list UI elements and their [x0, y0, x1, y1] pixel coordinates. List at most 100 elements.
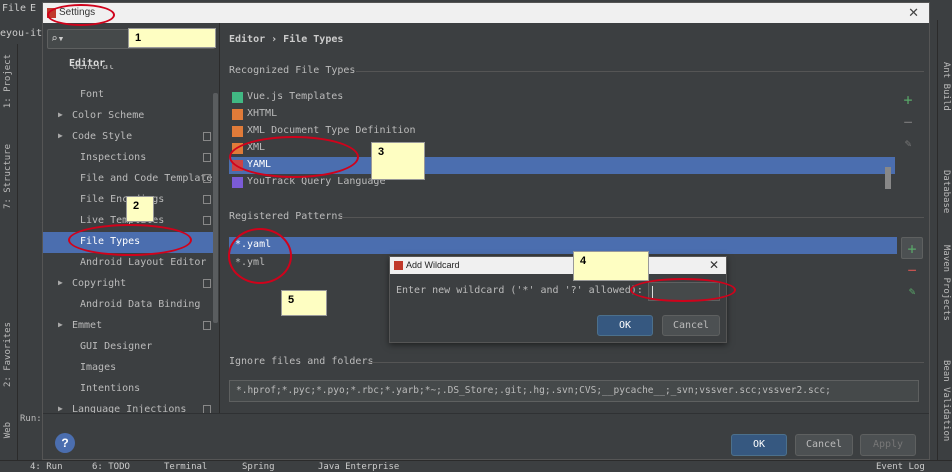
tool-tab-favorites[interactable]: 2: Favorites	[3, 322, 13, 387]
menu-file[interactable]: File	[2, 3, 26, 14]
sidebar-item-code-style[interactable]: ▶ Code Style	[43, 127, 213, 148]
vue-icon	[232, 92, 243, 103]
sidebar-item-images[interactable]: Images	[43, 358, 213, 379]
tool-tab-maven[interactable]: Maven Projects	[941, 245, 951, 321]
section-divider	[367, 362, 924, 363]
tool-tab-terminal[interactable]: Terminal	[164, 462, 207, 472]
tool-tab-web[interactable]: Web	[3, 422, 13, 438]
menu-edit[interactable]: E	[30, 3, 36, 14]
bottom-tool-bar: 4: Run 6: TODO Terminal Spring Java Ente…	[0, 460, 952, 472]
tool-tab-event-log[interactable]: Event Log	[876, 462, 925, 472]
xhtml-icon	[232, 109, 243, 120]
file-type-row[interactable]: YouTrack Query Language	[229, 174, 895, 191]
sidebar-item-label: Android Data Binding	[80, 299, 201, 310]
edit-file-type-button[interactable]: ✎	[897, 133, 919, 155]
annotation-circle-title	[47, 4, 115, 26]
project-scope-icon	[203, 279, 211, 288]
annotation-circle-wildcard-input	[630, 278, 736, 302]
add-wildcard-titlebar[interactable]: Add Wildcard ✕	[390, 257, 726, 274]
tool-tab-database[interactable]: Database	[941, 170, 951, 213]
sidebar-item-emmet[interactable]: ▶ Emmet	[43, 316, 213, 337]
ignore-files-value: *.hprof;*.pyc;*.pyo;*.rbc;*.yarb;*~;.DS_…	[236, 385, 831, 396]
tool-tab-ant-build[interactable]: Ant Build	[941, 62, 951, 111]
ignore-files-input[interactable]: *.hprof;*.pyc;*.pyo;*.rbc;*.yarb;*~;.DS_…	[229, 380, 919, 402]
expand-arrow-icon[interactable]: ▶	[58, 131, 63, 140]
sidebar-item-color-scheme[interactable]: ▶ Color Scheme	[43, 106, 213, 127]
dtd-icon	[232, 126, 243, 137]
youtrack-icon	[232, 177, 243, 188]
sidebar-item-label: Android Layout Editor	[80, 257, 207, 268]
annotation-note-1: 1	[128, 28, 216, 48]
tool-tab-todo[interactable]: 6: TODO	[92, 462, 130, 472]
recognized-file-types-label: Recognized File Types	[229, 65, 356, 76]
file-type-row[interactable]: XML Document Type Definition	[229, 123, 895, 140]
tool-tab-java-enterprise[interactable]: Java Enterprise	[318, 462, 399, 472]
sidebar-item-android-data-binding[interactable]: Android Data Binding	[43, 295, 213, 316]
dialog-footer: ? OK Cancel Apply	[43, 413, 929, 459]
sidebar-item-android-layout-editor[interactable]: Android Layout Editor	[43, 253, 213, 274]
annotation-circle-file-types	[68, 224, 192, 256]
tool-tab-run[interactable]: 4: Run	[30, 462, 63, 472]
tool-tab-structure[interactable]: 7: Structure	[3, 144, 13, 209]
project-scope-icon	[203, 174, 211, 183]
cancel-button[interactable]: Cancel	[795, 434, 853, 456]
file-type-row[interactable]: XHTML	[229, 106, 895, 123]
project-scope-icon	[203, 153, 211, 162]
wildcard-ok-button[interactable]: OK	[597, 315, 653, 336]
ignore-files-label: Ignore files and folders	[229, 356, 374, 367]
search-icon: ⌕▾	[51, 32, 65, 45]
project-scope-icon	[203, 132, 211, 141]
expand-arrow-icon[interactable]: ▶	[58, 404, 63, 413]
sidebar-scrollbar[interactable]	[213, 93, 218, 323]
add-pattern-button[interactable]: +	[901, 237, 923, 259]
sidebar-item-file-and-code-templates[interactable]: File and Code Templates	[43, 169, 213, 190]
apply-button[interactable]: Apply	[860, 434, 916, 456]
project-scope-icon	[203, 321, 211, 330]
annotation-circle-yaml	[229, 136, 359, 178]
wildcard-cancel-button[interactable]: Cancel	[662, 315, 720, 336]
settings-titlebar[interactable]: Settings ✕	[43, 3, 929, 23]
sidebar-item-label: File and Code Templates	[80, 173, 213, 184]
remove-pattern-button[interactable]: −	[901, 259, 923, 281]
file-types-scrollbar[interactable]	[885, 167, 891, 189]
expand-arrow-icon[interactable]: ▶	[58, 110, 63, 119]
sidebar-item-general[interactable]: General	[43, 65, 213, 77]
file-type-row[interactable]: Vue.js Templates	[229, 89, 895, 106]
help-button[interactable]: ?	[55, 433, 75, 453]
pattern-row[interactable]: *.yaml	[229, 237, 897, 254]
tool-tab-project[interactable]: 1: Project	[3, 54, 13, 108]
close-icon[interactable]: ✕	[908, 5, 919, 21]
sidebar-item-label: General	[72, 65, 115, 72]
sidebar-item-copyright[interactable]: ▶ Copyright	[43, 274, 213, 295]
app-icon	[394, 261, 403, 270]
sidebar-item-gui-designer[interactable]: GUI Designer	[43, 337, 213, 358]
edit-pattern-button[interactable]: ✎	[901, 281, 923, 303]
file-type-label: XHTML	[247, 108, 278, 119]
sidebar-item-label: Emmet	[72, 320, 103, 331]
expand-arrow-icon[interactable]: ▶	[58, 278, 63, 287]
add-wildcard-title: Add Wildcard	[406, 260, 460, 270]
sidebar-item-font[interactable]: Font	[43, 85, 213, 106]
breadcrumb: Editor › File Types	[229, 34, 344, 45]
sidebar-item-intentions[interactable]: Intentions	[43, 379, 213, 400]
expand-arrow-icon[interactable]: ▶	[58, 320, 63, 329]
tool-tab-spring[interactable]: Spring	[242, 462, 275, 472]
annotation-circle-patterns	[228, 228, 292, 284]
sidebar-item-label: Images	[80, 362, 117, 373]
sidebar-item-label: Copyright	[72, 278, 127, 289]
right-tool-strip: Ant Build Database Maven Projects Bean V…	[937, 20, 952, 472]
section-divider	[339, 217, 924, 218]
settings-content: Editor › File Types Recognized File Type…	[221, 23, 929, 413]
project-scope-icon	[203, 195, 211, 204]
annotation-note-3: 3	[371, 142, 425, 180]
sidebar-item-label: Font	[80, 89, 105, 100]
wildcard-prompt: Enter new wildcard ('*' and '?' allowed)…	[396, 285, 643, 296]
ide-project-name: eyou-it	[0, 28, 43, 39]
ok-button[interactable]: OK	[731, 434, 787, 456]
add-file-type-button[interactable]: +	[897, 89, 919, 111]
close-icon[interactable]: ✕	[709, 258, 719, 272]
remove-file-type-button[interactable]: −	[897, 111, 919, 133]
sidebar-item-label: Intentions	[80, 383, 141, 394]
sidebar-item-inspections[interactable]: Inspections	[43, 148, 213, 169]
tool-tab-bean-validation[interactable]: Bean Validation	[941, 360, 951, 441]
